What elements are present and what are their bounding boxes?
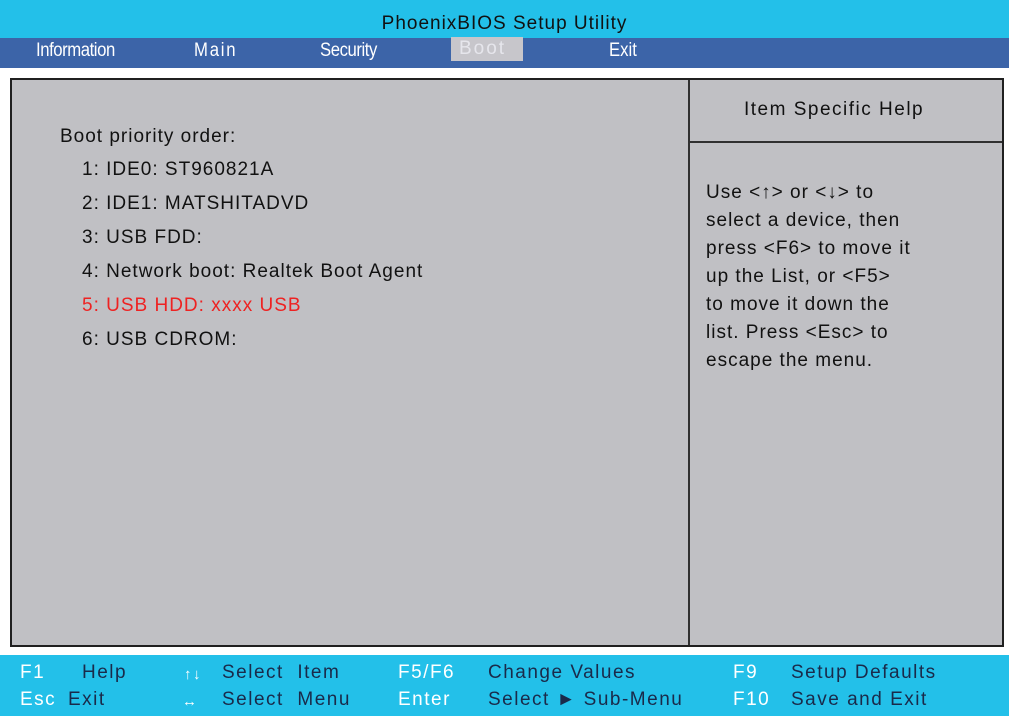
help-line-3: press <F6> to move it (706, 238, 911, 259)
menu-security[interactable]: Security (320, 38, 377, 68)
key-setup-defaults: Setup Defaults (791, 662, 937, 683)
key-esc-exit: Exit (68, 689, 106, 710)
help-line-1: Use <↑> or <↓> to (706, 182, 875, 203)
key-f1-help: Help (82, 662, 128, 683)
left-right-arrows-icon: ↔ (182, 693, 199, 710)
help-line-5: to move it down the (706, 294, 890, 315)
key-change-values: Change Values (488, 662, 637, 683)
boot-item-2[interactable]: 2: IDE1: MATSHITADVD (82, 193, 309, 215)
title-bar: PhoenixBIOS Setup Utility (0, 0, 1009, 38)
window-title: PhoenixBIOS Setup Utility (381, 13, 628, 34)
boot-priority-label: Boot priority order: (60, 126, 237, 147)
help-line-7: escape the menu. (706, 350, 874, 371)
key-f9: F9 (733, 662, 759, 683)
menu-main[interactable]: Main (194, 38, 237, 68)
key-select-submenu: Select ► Sub-Menu (488, 689, 684, 710)
help-divider (690, 141, 1002, 143)
help-title: Item Specific Help (744, 99, 925, 120)
menu-information[interactable]: Information (36, 38, 115, 68)
help-line-4: up the List, or <F5> (706, 266, 891, 287)
key-help-bar: F1 Help ↑↓ Select Item F5/F6 Change Valu… (0, 655, 1009, 716)
key-save-and-exit: Save and Exit (791, 689, 928, 710)
key-enter: Enter (398, 689, 451, 710)
boot-item-5-selected[interactable]: 5: USB HDD: xxxx USB (82, 295, 302, 317)
key-select-menu: Select Menu (222, 689, 351, 710)
main-panel: Boot priority order: 1: IDE0: ST960821A … (10, 78, 1004, 647)
boot-item-3[interactable]: 3: USB FDD: (82, 227, 203, 249)
help-line-6: list. Press <Esc> to (706, 322, 889, 343)
panel-divider (688, 80, 690, 645)
boot-item-4[interactable]: 4: Network boot: Realtek Boot Agent (82, 261, 423, 283)
key-f5-f6: F5/F6 (398, 662, 456, 683)
key-f10: F10 (733, 689, 771, 710)
help-line-2: select a device, then (706, 210, 901, 231)
key-select-item: Select Item (222, 662, 341, 683)
up-down-arrows-icon: ↑↓ (184, 666, 202, 683)
key-esc: Esc (20, 689, 57, 710)
menu-boot[interactable]: Boot (451, 37, 523, 61)
boot-item-1[interactable]: 1: IDE0: ST960821A (82, 159, 274, 181)
key-f1: F1 (20, 662, 46, 683)
menu-bar: Information Main Security Boot Exit (0, 37, 1009, 68)
menu-exit[interactable]: Exit (609, 38, 637, 68)
boot-item-6[interactable]: 6: USB CDROM: (82, 329, 238, 351)
